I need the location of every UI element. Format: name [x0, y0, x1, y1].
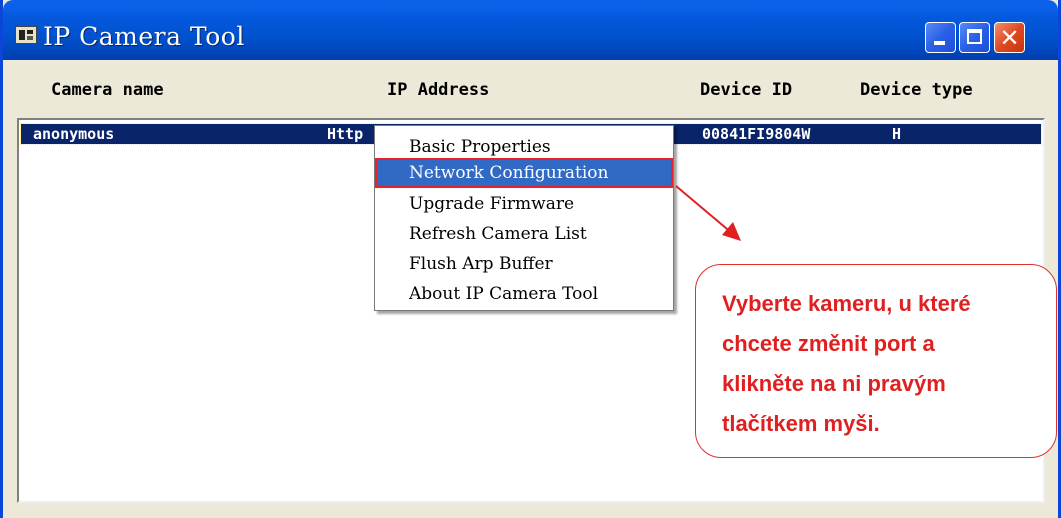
annotation-line: Vyberte kameru, u které — [722, 291, 971, 316]
column-header-camera-name[interactable]: Camera name — [51, 80, 164, 100]
close-button[interactable]: ✕ — [994, 22, 1025, 53]
annotation-text: Vyberte kameru, u které chcete změnit po… — [722, 284, 1052, 444]
annotation-line: klikněte na ni pravým — [722, 371, 946, 396]
menu-item-network-configuration[interactable]: Network Configuration — [375, 158, 673, 188]
minimize-button[interactable] — [925, 22, 956, 53]
menu-item-upgrade-firmware[interactable]: Upgrade Firmware — [409, 191, 574, 217]
minimize-icon — [934, 41, 945, 45]
menu-item-refresh-camera-list[interactable]: Refresh Camera List — [409, 221, 587, 247]
close-icon: ✕ — [999, 24, 1020, 52]
app-icon[interactable] — [15, 26, 37, 44]
cell-camera-name: anonymous — [33, 125, 115, 143]
cell-device-type: H — [892, 125, 902, 143]
menu-item-basic-properties[interactable]: Basic Properties — [409, 134, 551, 160]
column-header-device-id[interactable]: Device ID — [700, 80, 792, 100]
context-menu: Basic Properties Network Configuration U… — [374, 125, 674, 311]
annotation-line: chcete změnit port a — [722, 331, 935, 356]
cell-ip-address: Http — [327, 125, 364, 143]
window-title: IP Camera Tool — [43, 22, 245, 51]
column-header: Camera name IP Address Device ID Device … — [3, 60, 1058, 120]
menu-item-flush-arp-buffer[interactable]: Flush Arp Buffer — [409, 251, 553, 277]
annotation-line: tlačítkem myši. — [722, 411, 880, 436]
cell-device-id: 00841FI9804W — [702, 125, 811, 143]
column-header-ip-address[interactable]: IP Address — [387, 80, 489, 100]
menu-item-about-ip-camera-tool[interactable]: About IP Camera Tool — [409, 281, 598, 307]
column-header-device-type[interactable]: Device type — [860, 80, 973, 100]
maximize-icon — [967, 29, 982, 44]
maximize-button[interactable] — [959, 22, 990, 53]
title-bar[interactable]: IP Camera Tool ✕ — [3, 0, 1058, 60]
